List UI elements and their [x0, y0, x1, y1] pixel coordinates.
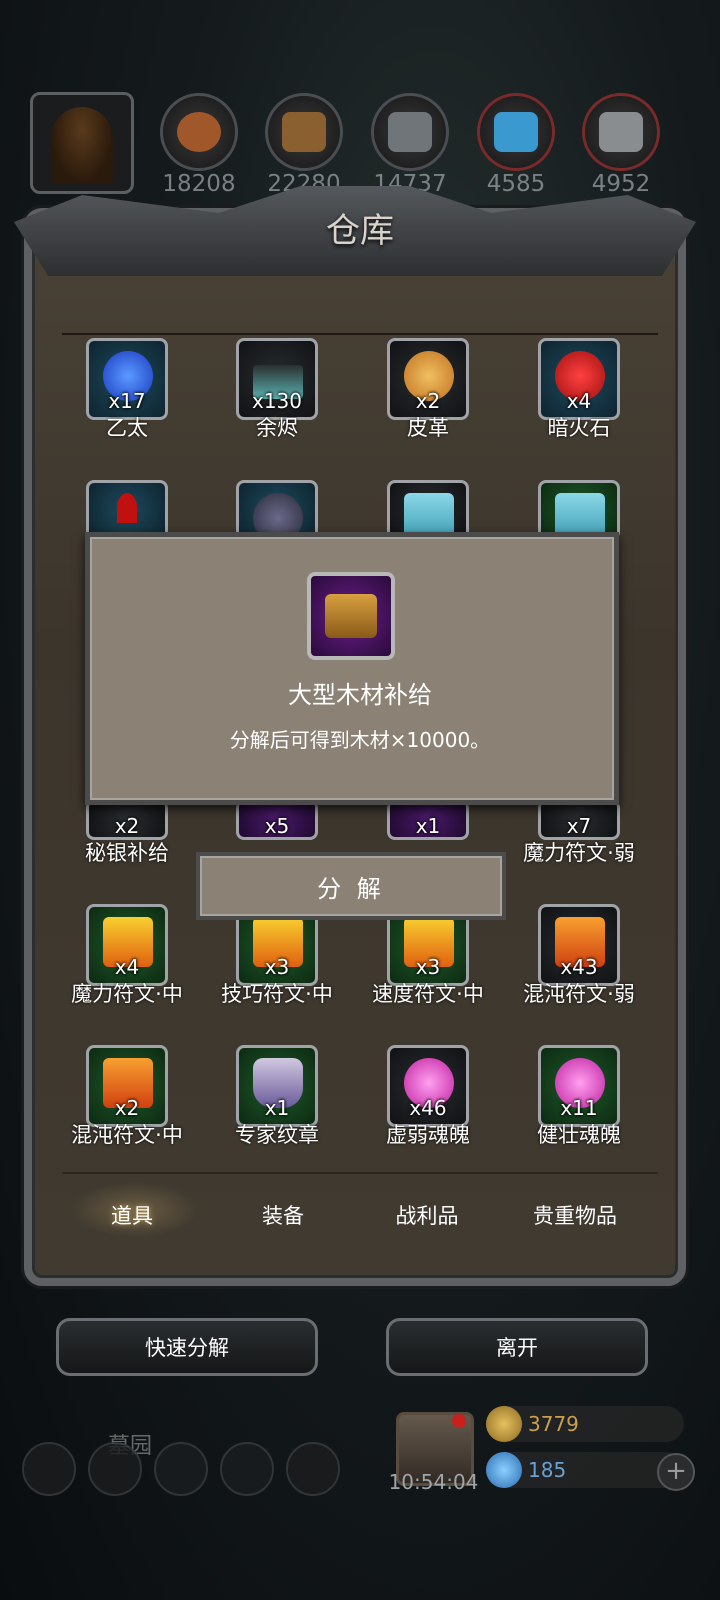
item-name: 健壮魂魄 — [537, 1123, 621, 1147]
menu-circle-icon[interactable] — [88, 1442, 142, 1496]
wood-icon — [282, 112, 326, 152]
meat-icon — [177, 112, 221, 152]
menu-circle-icon[interactable] — [220, 1442, 274, 1496]
add-currency-button[interactable]: + — [657, 1453, 695, 1491]
item-count: x2 — [114, 814, 140, 838]
tab-loot[interactable]: 战利品 — [352, 1200, 502, 1230]
item-name: 技巧符文·中 — [221, 982, 333, 1006]
item-count: x5 — [264, 814, 290, 838]
player-avatar[interactable] — [30, 92, 134, 194]
item-count: x4 — [114, 955, 140, 979]
item-name: 乙太 — [106, 416, 148, 440]
item-name: 魔力符文·弱 — [523, 841, 635, 865]
item-count: x3 — [415, 955, 441, 979]
chest-icon — [325, 594, 377, 638]
item-slot[interactable] — [236, 480, 318, 543]
item-name: 混沌符文·中 — [71, 1123, 183, 1147]
resource-stone[interactable] — [582, 93, 660, 171]
menu-circle-icon[interactable] — [286, 1442, 340, 1496]
tab-valuables[interactable]: 贵重物品 — [500, 1200, 650, 1230]
item-name: 皮革 — [407, 416, 449, 440]
item-count: x7 — [566, 814, 592, 838]
item-count: x4 — [566, 389, 592, 413]
red-crystal-icon — [117, 493, 137, 523]
item-name: 魔力符文·中 — [71, 982, 183, 1006]
resource-crystal-value: 4585 — [486, 171, 546, 197]
quick-decompose-button[interactable]: 快速分解 — [56, 1318, 318, 1376]
item-slot[interactable] — [86, 480, 168, 540]
leave-button[interactable]: 离开 — [386, 1318, 648, 1376]
resource-meat-value: 18208 — [162, 171, 236, 197]
item-slot[interactable] — [387, 480, 469, 543]
menu-circle-icon[interactable] — [154, 1442, 208, 1496]
popup-item-slot — [307, 572, 395, 660]
item-name: 虚弱魂魄 — [386, 1123, 470, 1147]
resource-stone-value: 4952 — [591, 171, 651, 197]
divider — [62, 333, 658, 335]
item-count: x2 — [114, 1096, 140, 1120]
gem-icon — [486, 1452, 522, 1488]
item-count: x1 — [264, 1096, 290, 1120]
item-count: x130 — [251, 389, 302, 413]
tab-equipment[interactable]: 装备 — [208, 1200, 358, 1230]
item-count: x3 — [264, 955, 290, 979]
resource-iron[interactable] — [371, 93, 449, 171]
item-count: x43 — [560, 955, 598, 979]
item-count: x2 — [415, 389, 441, 413]
item-name: 余烬 — [256, 416, 298, 440]
item-count: x11 — [560, 1096, 598, 1120]
gold-coin-icon — [486, 1406, 522, 1442]
item-count: x17 — [108, 389, 146, 413]
notification-dot — [452, 1414, 466, 1428]
crystal-icon — [494, 112, 538, 152]
stone-icon — [599, 112, 643, 152]
item-name: 速度符文·中 — [372, 982, 484, 1006]
item-name: 秘银补给 — [85, 841, 169, 865]
gold-amount: 3779 — [528, 1412, 579, 1436]
hooded-figure-icon — [51, 107, 113, 183]
gem-amount: 185 — [528, 1458, 567, 1482]
item-slot[interactable] — [538, 480, 620, 543]
item-name: 暗火石 — [547, 416, 611, 440]
decompose-button[interactable]: 分 解 — [196, 852, 506, 920]
countdown-timer: 10:54:04 — [388, 1470, 479, 1494]
iron-icon — [388, 112, 432, 152]
item-count: x1 — [415, 814, 441, 838]
popup-description: 分解后可得到木材×10000。 — [229, 728, 491, 752]
item-name: 专家纹章 — [235, 1123, 319, 1147]
resource-crystal[interactable] — [477, 93, 555, 171]
warehouse-title: 仓库 — [326, 211, 394, 251]
menu-circle-icon[interactable] — [22, 1442, 76, 1496]
tab-items[interactable]: 道具 — [57, 1200, 207, 1230]
item-name: 混沌符文·弱 — [523, 982, 635, 1006]
resource-wood[interactable] — [265, 93, 343, 171]
popup-title: 大型木材补给 — [288, 681, 432, 709]
divider — [62, 1172, 658, 1174]
item-count: x46 — [409, 1096, 447, 1120]
resource-meat[interactable] — [160, 93, 238, 171]
